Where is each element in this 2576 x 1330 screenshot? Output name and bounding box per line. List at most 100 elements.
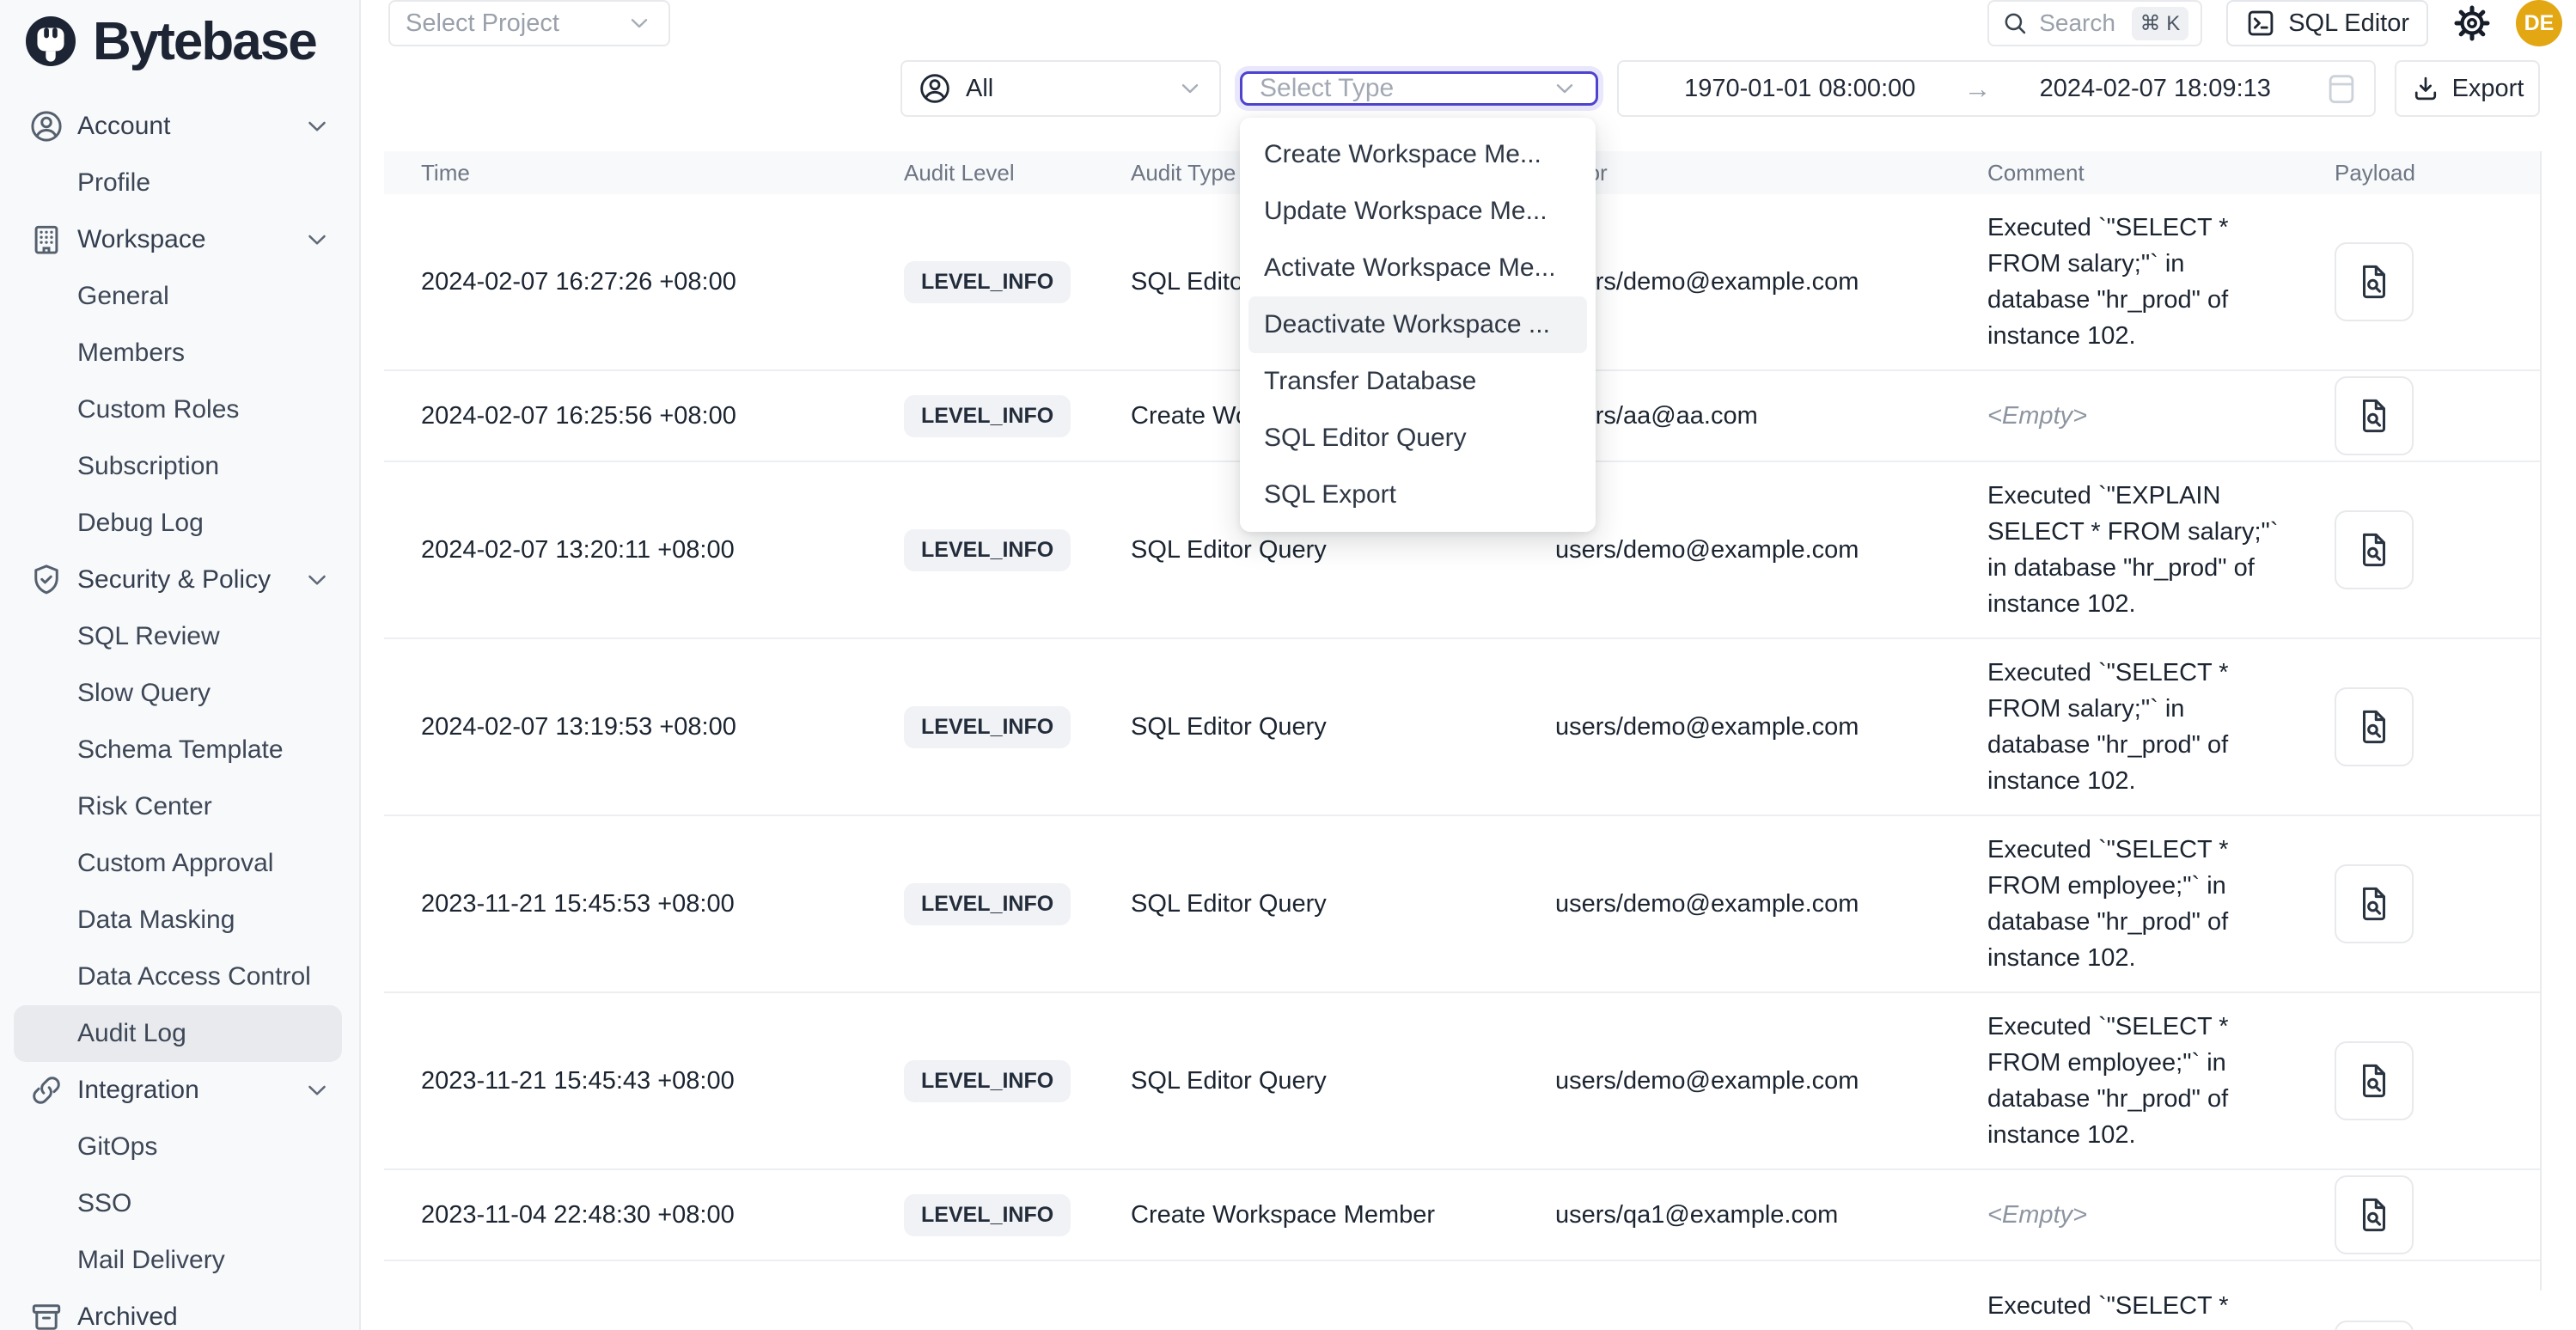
row-time: 2024-02-07 13:19:53 +08:00 <box>384 713 904 741</box>
dropdown-option-sql-editor-query[interactable]: SQL Editor Query <box>1248 410 1587 467</box>
search-placeholder: Search <box>2039 9 2121 37</box>
actor-filter-select[interactable]: All <box>900 60 1221 117</box>
type-filter-select[interactable]: Select Type Create Workspace Me... Updat… <box>1240 71 1598 106</box>
arrow-right-icon: → <box>1964 73 1992 105</box>
type-filter-placeholder: Select Type <box>1260 74 1394 103</box>
row-comment: <Empty> <box>1987 398 2284 434</box>
payload-view-button[interactable] <box>2335 1041 2414 1120</box>
row-comment: <Empty> <box>1987 1197 2284 1233</box>
row-comment: Executed `"SELECT * FROM department;"` i… <box>1987 1288 2284 1330</box>
row-comment: Executed `"SELECT * FROM employee;"` in … <box>1987 1009 2284 1153</box>
sidebar-item-debug-log[interactable]: Debug Log <box>0 495 359 552</box>
archive-icon <box>28 1299 64 1330</box>
sidebar-item-slow-query[interactable]: Slow Query <box>0 665 359 722</box>
file-search-icon <box>2354 1061 2394 1101</box>
row-time: 2024-02-07 16:25:56 +08:00 <box>384 402 904 430</box>
sidebar-item-account[interactable]: Account <box>0 98 359 155</box>
row-level: LEVEL_INFO <box>904 261 1131 303</box>
sidebar-item-risk-center[interactable]: Risk Center <box>0 778 359 835</box>
dropdown-option-create-workspace-member[interactable]: Create Workspace Me... <box>1248 126 1587 183</box>
filter-bar: All Select Type Create Workspace Me... U… <box>361 60 2576 117</box>
level-badge: LEVEL_INFO <box>904 1060 1071 1102</box>
project-select[interactable]: Select Project <box>388 0 670 46</box>
row-type: SQL Editor Query <box>1131 890 1555 918</box>
chevron-down-icon <box>302 565 332 595</box>
main-area: Select Project Search ⌘ K SQL Editor DE <box>361 0 2576 1330</box>
sidebar-nav: Account Profile Workspace General Member… <box>0 82 359 1330</box>
sidebar-item-audit-log[interactable]: Audit Log <box>14 1005 342 1062</box>
row-time: 2023-11-21 15:45:53 +08:00 <box>384 890 904 918</box>
payload-view-button[interactable] <box>2335 687 2414 766</box>
sql-editor-button[interactable]: SQL Editor <box>2226 0 2428 46</box>
row-comment: Executed `"SELECT * FROM salary;"` in da… <box>1987 655 2284 799</box>
sidebar-item-mail-delivery[interactable]: Mail Delivery <box>0 1232 359 1289</box>
chevron-down-icon <box>626 9 653 37</box>
avatar[interactable]: DE <box>2516 0 2562 46</box>
table-row: 2023-11-21 15:45:53 +08:00 LEVEL_INFO SQ… <box>384 816 2540 993</box>
sidebar-item-members[interactable]: Members <box>0 325 359 381</box>
brand-logo[interactable]: Bytebase <box>0 0 359 82</box>
row-actor: users/demo@example.com <box>1555 890 1987 918</box>
sidebar-item-security-policy[interactable]: Security & Policy <box>0 552 359 608</box>
column-header-actor: Actor <box>1555 160 1987 186</box>
row-actor: users/demo@example.com <box>1555 1067 1987 1095</box>
row-actor: users/qa1@example.com <box>1555 1201 1987 1229</box>
sidebar: Bytebase Account Profile Workspace Gener… <box>0 0 361 1330</box>
sidebar-item-schema-template[interactable]: Schema Template <box>0 722 359 778</box>
level-badge: LEVEL_INFO <box>904 529 1071 571</box>
payload-view-button[interactable] <box>2335 1321 2414 1330</box>
file-search-icon <box>2354 530 2394 570</box>
chevron-down-icon <box>302 1076 332 1105</box>
date-range-end[interactable]: 2024-02-07 18:09:13 <box>1992 75 2320 103</box>
sidebar-item-workspace[interactable]: Workspace <box>0 211 359 268</box>
dropdown-option-sql-export[interactable]: SQL Export <box>1248 467 1587 523</box>
gear-icon[interactable] <box>2452 3 2492 43</box>
sidebar-item-gitops[interactable]: GitOps <box>0 1119 359 1175</box>
sidebar-item-subscription[interactable]: Subscription <box>0 438 359 495</box>
column-header-comment: Comment <box>1987 160 2335 186</box>
column-header-payload: Payload <box>2335 160 2540 186</box>
file-search-icon <box>2354 262 2394 302</box>
sidebar-item-sql-review[interactable]: SQL Review <box>0 608 359 665</box>
sidebar-item-data-access-control[interactable]: Data Access Control <box>0 949 359 1005</box>
sidebar-item-custom-roles[interactable]: Custom Roles <box>0 381 359 438</box>
dropdown-option-activate-workspace-member[interactable]: Activate Workspace Me... <box>1248 240 1587 296</box>
level-badge: LEVEL_INFO <box>904 395 1071 437</box>
payload-view-button[interactable] <box>2335 1175 2414 1254</box>
download-icon <box>2411 74 2440 103</box>
row-level: LEVEL_INFO <box>904 395 1131 437</box>
payload-view-button[interactable] <box>2335 242 2414 321</box>
dropdown-option-deactivate-workspace-member[interactable]: Deactivate Workspace ... <box>1248 296 1587 353</box>
sidebar-item-sso[interactable]: SSO <box>0 1175 359 1232</box>
date-range-start[interactable]: 1970-01-01 08:00:00 <box>1636 75 1964 103</box>
row-time: 2024-02-07 16:27:26 +08:00 <box>384 268 904 296</box>
date-range-picker[interactable]: 1970-01-01 08:00:00 → 2024-02-07 18:09:1… <box>1617 60 2376 117</box>
payload-view-button[interactable] <box>2335 510 2414 589</box>
brand-name: Bytebase <box>93 11 316 72</box>
dropdown-option-update-workspace-member[interactable]: Update Workspace Me... <box>1248 183 1587 240</box>
sidebar-item-general[interactable]: General <box>0 268 359 325</box>
export-button[interactable]: Export <box>2395 60 2540 117</box>
search-input[interactable]: Search ⌘ K <box>1987 0 2202 46</box>
bytebase-app: Bytebase Account Profile Workspace Gener… <box>0 0 2576 1330</box>
row-type: Create Workspace Member <box>1131 1201 1555 1229</box>
level-badge: LEVEL_INFO <box>904 883 1071 925</box>
table-row: 2024-02-07 13:19:53 +08:00 LEVEL_INFO SQ… <box>384 639 2540 816</box>
row-comment: Executed `"EXPLAIN SELECT * FROM salary;… <box>1987 478 2284 622</box>
row-time: 2023-11-04 22:48:30 +08:00 <box>384 1201 904 1229</box>
payload-view-button[interactable] <box>2335 376 2414 455</box>
sidebar-item-archived[interactable]: Archived <box>0 1289 359 1330</box>
sidebar-item-data-masking[interactable]: Data Masking <box>0 892 359 949</box>
level-badge: LEVEL_INFO <box>904 261 1071 303</box>
search-icon <box>2001 9 2029 37</box>
payload-view-button[interactable] <box>2335 864 2414 943</box>
chevron-down-icon <box>302 225 332 254</box>
row-level: LEVEL_INFO <box>904 706 1131 748</box>
row-level: LEVEL_INFO <box>904 883 1131 925</box>
sidebar-item-profile[interactable]: Profile <box>0 155 359 211</box>
file-search-icon <box>2354 884 2394 924</box>
dropdown-option-transfer-database[interactable]: Transfer Database <box>1248 353 1587 410</box>
sidebar-item-integration[interactable]: Integration <box>0 1062 359 1119</box>
sidebar-item-custom-approval[interactable]: Custom Approval <box>0 835 359 892</box>
file-search-icon <box>2354 707 2394 747</box>
